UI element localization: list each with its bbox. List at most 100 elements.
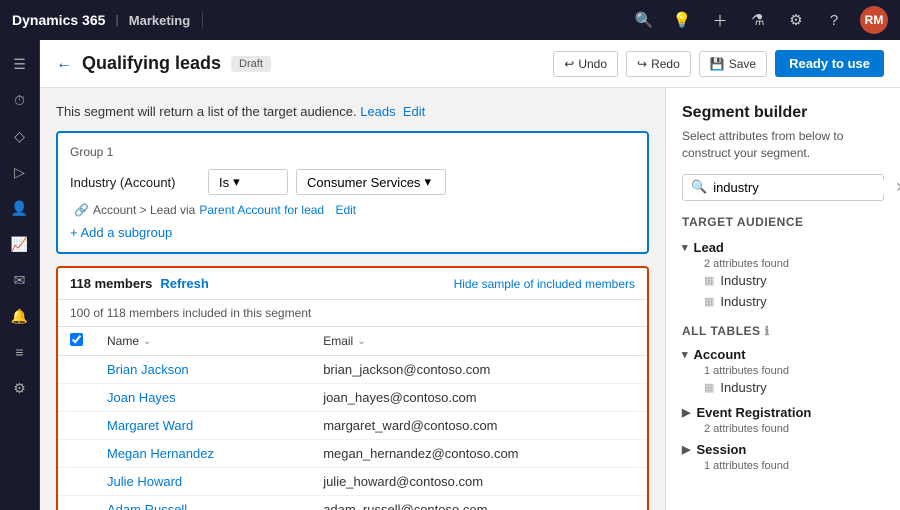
add-subgroup-button[interactable]: + Add a subgroup bbox=[70, 225, 635, 240]
account-chevron-icon bbox=[682, 348, 688, 361]
undo-icon: ↩ bbox=[564, 57, 574, 71]
parent-account-link[interactable]: Parent Account for lead bbox=[199, 203, 324, 217]
table-icon-3: ▦ bbox=[704, 381, 714, 394]
value-chevron: ▾ bbox=[424, 174, 431, 190]
table-row: Adam Russell adam_russell@contoso.com bbox=[58, 496, 647, 510]
lead-section-header[interactable]: Lead bbox=[682, 237, 884, 258]
member-name-1[interactable]: Joan Hayes bbox=[95, 384, 311, 412]
condition-value[interactable]: Consumer Services ▾ bbox=[296, 169, 446, 195]
name-sort-icon: ⌄ bbox=[143, 336, 151, 347]
segment-info: This segment will return a list of the t… bbox=[56, 104, 649, 119]
filter-icon[interactable]: ⚗ bbox=[746, 11, 770, 29]
edit-segment-link[interactable]: Edit bbox=[403, 104, 425, 119]
session-section-header[interactable]: Session bbox=[682, 439, 884, 460]
search-input[interactable] bbox=[713, 180, 889, 195]
members-header: 118 members Refresh Hide sample of inclu… bbox=[58, 268, 647, 300]
session-chevron-icon bbox=[682, 443, 690, 456]
brand-name: Dynamics 365 bbox=[12, 12, 105, 28]
page-title: Qualifying leads bbox=[82, 53, 221, 74]
col-check bbox=[58, 327, 95, 356]
sidebar-people-icon[interactable]: 👤 bbox=[4, 192, 36, 224]
members-subtext: 100 of 118 members included in this segm… bbox=[58, 300, 647, 327]
session-section: Session 1 attributes found bbox=[682, 439, 884, 472]
left-sidebar: ☰ ⏱ ◇ ▷ 👤 📈 ✉ 🔔 ≡ ⚙ bbox=[0, 40, 40, 510]
search-clear-icon[interactable]: ✕ bbox=[895, 179, 900, 196]
member-email-2: margaret_ward@contoso.com bbox=[311, 412, 647, 440]
row-check-1 bbox=[58, 384, 95, 412]
member-email-0: brian_jackson@contoso.com bbox=[311, 356, 647, 384]
member-name-4[interactable]: Julie Howard bbox=[95, 468, 311, 496]
member-name-0[interactable]: Brian Jackson bbox=[95, 356, 311, 384]
sidebar-mail-icon[interactable]: ✉ bbox=[4, 264, 36, 296]
sidebar-home-icon[interactable]: ⏱ bbox=[4, 84, 36, 116]
table-icon-1: ▦ bbox=[704, 274, 714, 287]
all-tables-label: All tables ℹ bbox=[682, 324, 884, 338]
group-block: Group 1 Industry (Account) Is ▾ Consumer… bbox=[56, 131, 649, 254]
sidebar-play-icon[interactable]: ▷ bbox=[4, 156, 36, 188]
undo-button[interactable]: ↩ Undo bbox=[553, 51, 618, 77]
status-badge: Draft bbox=[231, 56, 271, 72]
segment-editor: This segment will return a list of the t… bbox=[40, 88, 665, 510]
right-panel: Segment builder Select attributes from b… bbox=[665, 88, 900, 510]
member-email-4: julie_howard@contoso.com bbox=[311, 468, 647, 496]
ready-button[interactable]: Ready to use bbox=[775, 50, 884, 77]
lead-industry-item-1[interactable]: ▦ Industry bbox=[682, 270, 884, 291]
account-industry-item[interactable]: ▦ Industry bbox=[682, 377, 884, 398]
col-email-header[interactable]: Email ⌄ bbox=[311, 327, 647, 356]
module-name: Marketing bbox=[129, 13, 190, 28]
leads-link[interactable]: Leads bbox=[360, 104, 395, 119]
group-label: Group 1 bbox=[70, 145, 635, 159]
chain-icon: 🔗 bbox=[74, 203, 89, 217]
event-count: 2 attributes found bbox=[682, 423, 884, 435]
row-check-5 bbox=[58, 496, 95, 510]
table-row: Joan Hayes joan_hayes@contoso.com bbox=[58, 384, 647, 412]
col-name-header[interactable]: Name ⌄ bbox=[95, 327, 311, 356]
help-icon[interactable]: 💡 bbox=[670, 11, 694, 29]
sidebar-bell-icon[interactable]: 🔔 bbox=[4, 300, 36, 332]
account-section-header[interactable]: Account bbox=[682, 344, 884, 365]
add-icon[interactable]: ＋ bbox=[708, 10, 732, 31]
sidebar-chart-icon[interactable]: 📈 bbox=[4, 228, 36, 260]
sidebar-star-icon[interactable]: ◇ bbox=[4, 120, 36, 152]
row-check-0 bbox=[58, 356, 95, 384]
member-name-2[interactable]: Margaret Ward bbox=[95, 412, 311, 440]
user-avatar[interactable]: RM bbox=[860, 6, 888, 34]
refresh-button[interactable]: Refresh bbox=[160, 276, 208, 291]
question-icon[interactable]: ? bbox=[822, 12, 846, 29]
redo-button[interactable]: ↪ Redo bbox=[626, 51, 691, 77]
app-layout: ☰ ⏱ ◇ ▷ 👤 📈 ✉ 🔔 ≡ ⚙ ← Qualifying leads D… bbox=[0, 40, 900, 510]
lead-section: Lead 2 attributes found ▦ Industry ▦ Ind… bbox=[682, 237, 884, 312]
email-sort-icon: ⌄ bbox=[357, 336, 365, 347]
panel-desc: Select attributes from below to construc… bbox=[682, 128, 884, 162]
operator-chevron: ▾ bbox=[233, 174, 240, 190]
target-audience-label: Target audience bbox=[682, 215, 884, 229]
back-button[interactable]: ← bbox=[56, 55, 72, 73]
event-section-header[interactable]: Event Registration bbox=[682, 402, 884, 423]
members-section: 118 members Refresh Hide sample of inclu… bbox=[56, 266, 649, 510]
condition-operator[interactable]: Is ▾ bbox=[208, 169, 288, 195]
member-name-3[interactable]: Megan Hernandez bbox=[95, 440, 311, 468]
member-email-1: joan_hayes@contoso.com bbox=[311, 384, 647, 412]
nav-icons: 🔍 💡 ＋ ⚗ ⚙ ? RM bbox=[632, 6, 888, 34]
account-link: 🔗 Account > Lead via Parent Account for … bbox=[74, 203, 635, 217]
top-nav: Dynamics 365 | Marketing 🔍 💡 ＋ ⚗ ⚙ ? RM bbox=[0, 0, 900, 40]
header-actions: ↩ Undo ↪ Redo 💾 Save Ready to use bbox=[553, 50, 884, 77]
settings-icon[interactable]: ⚙ bbox=[784, 11, 808, 29]
search-icon[interactable]: 🔍 bbox=[632, 11, 656, 29]
member-name-5[interactable]: Adam Russell bbox=[95, 496, 311, 510]
lead-industry-item-2[interactable]: ▦ Industry bbox=[682, 291, 884, 312]
panel-title: Segment builder bbox=[682, 104, 884, 122]
sidebar-list-icon[interactable]: ≡ bbox=[4, 336, 36, 368]
event-chevron-icon bbox=[682, 406, 690, 419]
condition-row: Industry (Account) Is ▾ Consumer Service… bbox=[70, 169, 635, 195]
lead-chevron-icon bbox=[682, 241, 688, 254]
edit-account-link[interactable]: Edit bbox=[335, 203, 356, 217]
select-all-checkbox[interactable] bbox=[70, 333, 83, 346]
condition-field: Industry (Account) bbox=[70, 175, 200, 190]
save-button[interactable]: 💾 Save bbox=[699, 51, 767, 77]
sidebar-gear-icon[interactable]: ⚙ bbox=[4, 372, 36, 404]
save-icon: 💾 bbox=[710, 57, 725, 71]
hide-sample-button[interactable]: Hide sample of included members bbox=[454, 277, 635, 291]
event-section: Event Registration 2 attributes found bbox=[682, 402, 884, 435]
sidebar-menu-icon[interactable]: ☰ bbox=[4, 48, 36, 80]
